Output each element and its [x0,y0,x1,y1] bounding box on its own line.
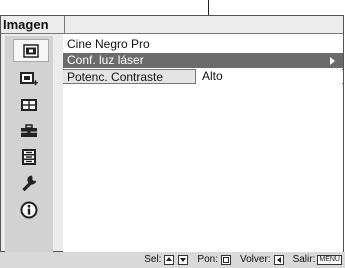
left-arrow-key-icon [273,255,284,265]
back-hint-label: Volver: [240,254,271,265]
up-arrow-key-icon [164,255,175,265]
sidebar-item-installation[interactable] [5,170,53,196]
picture-mode-header: Cine Negro Pro [63,37,343,52]
exit-hint-label: Salir: [292,254,316,265]
wrench-icon [22,175,37,192]
category-sidebar [5,36,53,252]
info-icon [20,201,38,219]
select-hint-label: Sel: [144,254,162,265]
menu-item-label: Conf. luz láser [67,53,144,67]
sidebar-item-information[interactable] [5,197,53,223]
settings-panel: Cine Negro Pro Conf. luz láser Potenc. C… [63,34,343,252]
osd-menu-window: Imagen Cine Negro Pro Conf. luz láser Po… [0,15,344,252]
help-bar: Sel: Pon: Volver: Salir: MENU [0,252,345,268]
set-hint-label: Pon: [197,254,218,265]
down-arrow-key-icon [178,255,189,265]
menu-title-bar: Imagen [1,16,343,34]
sidebar-item-picture[interactable] [13,39,49,62]
sidebar-item-screen[interactable] [5,92,53,118]
menu-item-value-box[interactable]: Alto [195,69,342,84]
enter-key-icon [221,255,231,265]
picture-icon [23,43,39,58]
sidebar-item-setup[interactable] [5,118,53,144]
menu-item-label: Potenc. Contraste [67,70,164,84]
screen-setup-icon [21,99,37,111]
list-menu-icon [22,149,36,165]
sidebar-item-function[interactable] [5,144,53,170]
title-divider [64,16,65,34]
picture-plus-icon [20,71,38,85]
submenu-arrow-icon [330,57,335,65]
menu-key-icon: MENU [317,255,342,265]
menu-item-laser-setting[interactable]: Conf. luz láser [63,53,343,68]
toolbox-icon [21,124,37,137]
menu-item-contrast-enhancer[interactable]: Potenc. Contraste Alto [63,69,343,84]
menu-item-value: Alto [202,69,223,83]
menu-title: Imagen [3,17,49,32]
picture-mode-label: Cine Negro Pro [67,37,150,51]
sidebar-item-advanced-picture[interactable] [5,66,53,92]
callout-line [208,0,209,15]
